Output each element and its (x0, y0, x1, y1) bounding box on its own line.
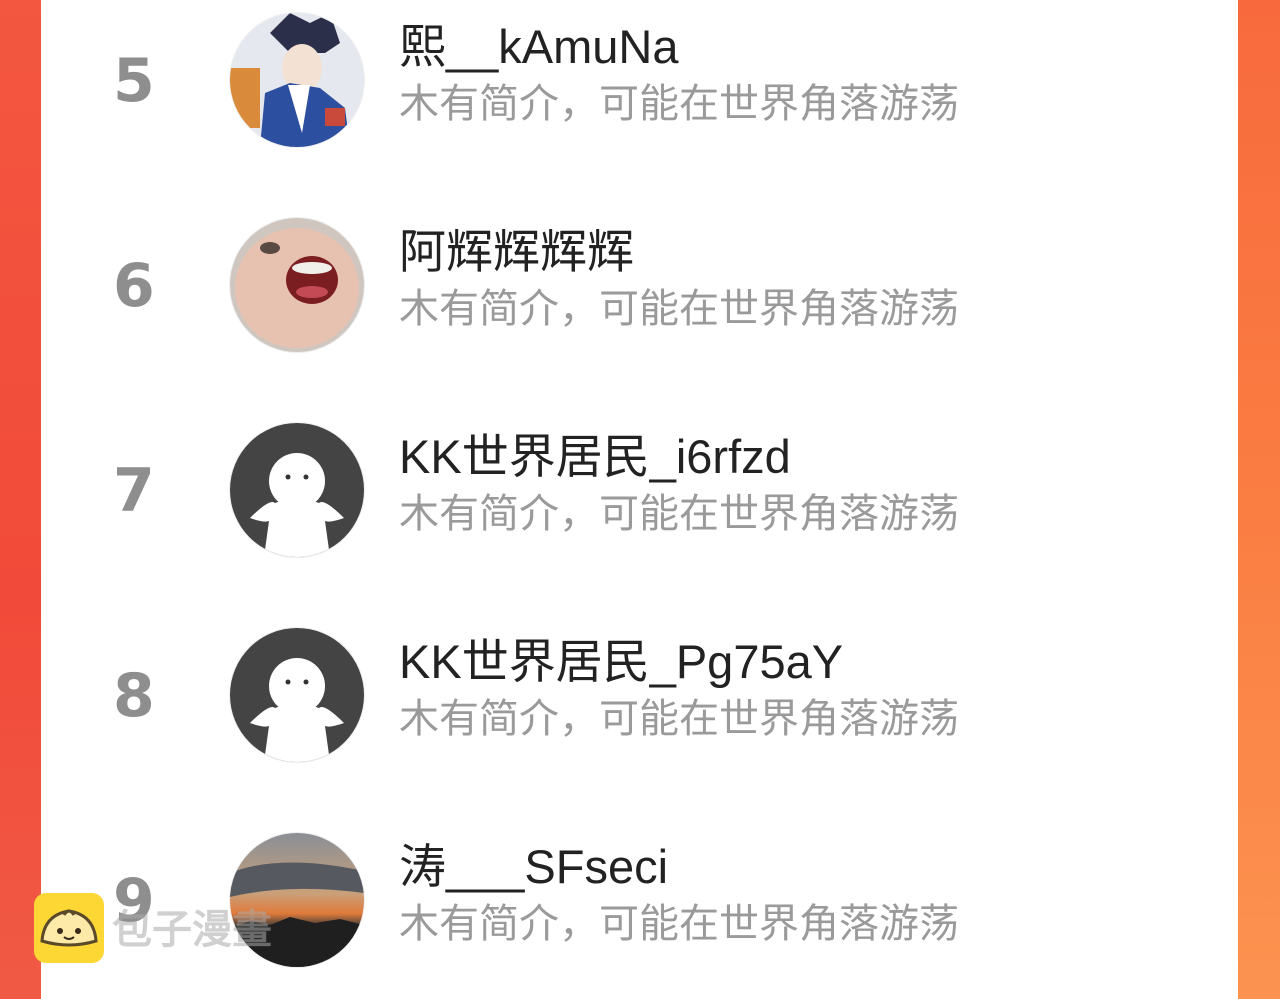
watermark-text: 包子漫畫 (112, 908, 272, 952)
user-name[interactable]: 熙__kAmuNa (399, 19, 679, 75)
default-avatar-icon[interactable] (230, 628, 364, 762)
left-edge-border (0, 0, 41, 999)
rank-number: 5 (113, 46, 155, 116)
ranking-list: 5 熙__kAmuNa 木有简介，可能在世界角落游荡 6 阿辉辉辉辉 木有简介，… (41, 0, 1238, 999)
user-bio: 木有简介，可能在世界角落游荡 (399, 82, 959, 126)
user-bio: 木有简介，可能在世界角落游荡 (399, 697, 959, 741)
rank-number: 7 (113, 456, 155, 526)
user-bio: 木有简介，可能在世界角落游荡 (399, 287, 959, 331)
user-bio: 木有简介，可能在世界角落游荡 (399, 902, 959, 946)
rank-number: 6 (113, 251, 155, 321)
right-edge-border (1238, 0, 1280, 999)
avatar[interactable] (230, 13, 364, 147)
avatar[interactable] (230, 218, 364, 352)
user-name[interactable]: KK世界居民_i6rfzd (399, 429, 791, 485)
user-name[interactable]: 阿辉辉辉辉 (399, 224, 634, 280)
rank-number: 8 (113, 661, 155, 731)
list-item[interactable]: 8 KK世界居民_Pg75aY 木有简介，可能在世界角落游荡 (41, 628, 1238, 768)
list-item[interactable]: 6 阿辉辉辉辉 木有简介，可能在世界角落游荡 (41, 218, 1238, 358)
default-avatar-icon[interactable] (230, 423, 364, 557)
user-bio: 木有简介，可能在世界角落游荡 (399, 492, 959, 536)
list-item[interactable]: 7 KK世界居民_i6rfzd 木有简介，可能在世界角落游荡 (41, 423, 1238, 563)
user-name[interactable]: KK世界居民_Pg75aY (399, 634, 843, 690)
user-name[interactable]: 涛___SFseci (399, 839, 668, 895)
list-item[interactable]: 5 熙__kAmuNa 木有简介，可能在世界角落游荡 (41, 13, 1238, 153)
bun-logo-icon (34, 893, 104, 963)
